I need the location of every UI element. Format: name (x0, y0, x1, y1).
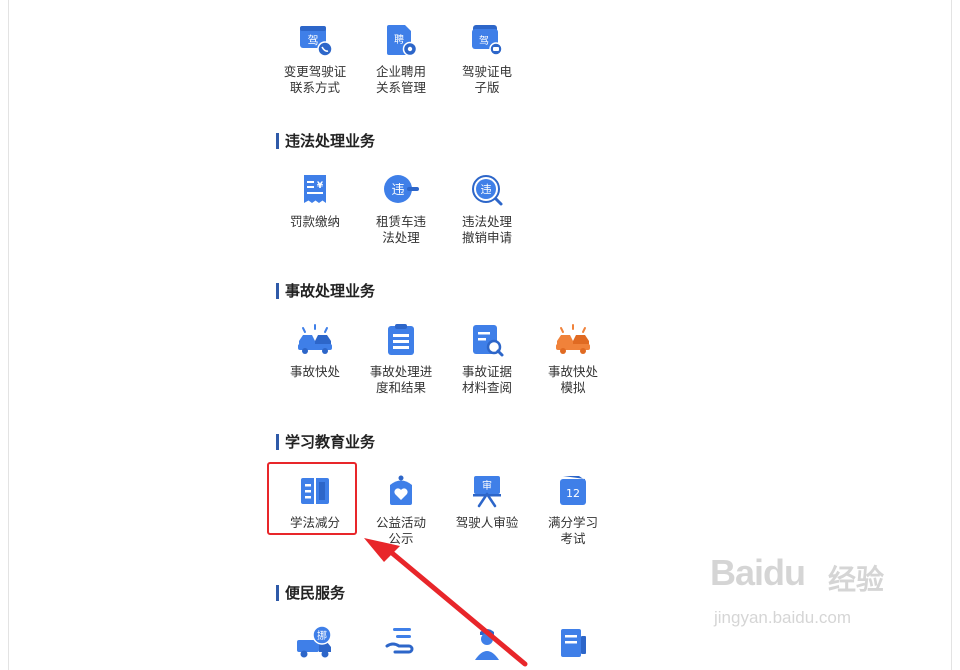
watermark-cn: 经验 (828, 563, 885, 596)
app-screen: 驾 变更驾驶证 联系方式 聘 企业聘用 关系管理 驾 驾驶证电 子版 违法处理业… (8, 0, 952, 670)
watermark-url: jingyan.baidu.com (714, 608, 852, 627)
watermark-logo: Baidu (710, 552, 806, 593)
watermark: Baidu 经验 jingyan.baidu.com (710, 552, 900, 642)
